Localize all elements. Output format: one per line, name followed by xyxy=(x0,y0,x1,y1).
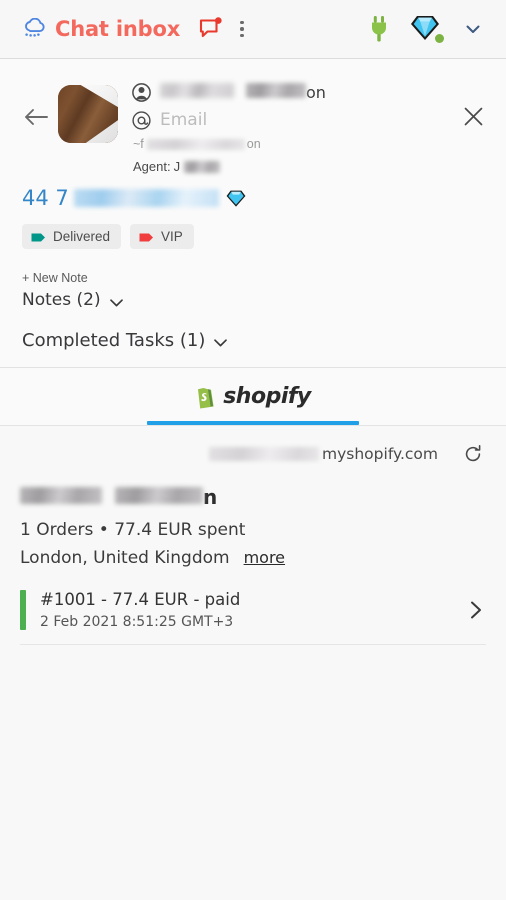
chevron-right-icon xyxy=(466,598,486,622)
diamond-icon xyxy=(226,189,246,208)
tag-icon xyxy=(31,231,46,242)
shopify-panel: myshopify.com n 1 Orders • 77.4 EUR spen… xyxy=(0,426,506,857)
contact-handle: ~f on xyxy=(133,137,456,151)
chat-inbox-app: Chat inbox on Email ~f on Agent: J 44 7 … xyxy=(0,0,506,900)
notes-toggle[interactable]: Notes (2) xyxy=(22,290,490,310)
order-date: 2 Feb 2021 8:51:25 GMT+3 xyxy=(40,614,234,630)
at-sign-icon xyxy=(132,110,151,130)
contact-tags: Delivered VIP xyxy=(22,224,490,249)
new-note-button[interactable]: + New Note xyxy=(22,271,88,285)
more-link[interactable]: more xyxy=(244,548,285,567)
redacted-customer-first-name xyxy=(20,487,102,504)
chevron-down-icon xyxy=(109,295,124,306)
agent-label: Agent: xyxy=(133,159,171,174)
order-title: #1001 - 77.4 EUR - paid xyxy=(40,590,241,609)
app-title: Chat inbox xyxy=(55,17,181,41)
close-button[interactable] xyxy=(456,99,490,133)
plug-connected-icon[interactable] xyxy=(368,15,390,43)
contact-name-row: on xyxy=(132,83,456,102)
order-texts: #1001 - 77.4 EUR - paid 2 Feb 2021 8:51:… xyxy=(40,590,466,630)
contact-phone-row[interactable]: 44 7 xyxy=(22,186,490,210)
notes-label: Notes (2) xyxy=(22,290,101,310)
redacted-store-name xyxy=(209,447,320,461)
refresh-icon xyxy=(463,444,483,464)
contact-header: on Email ~f on Agent: J xyxy=(16,77,490,174)
customer-location: London, United Kingdom xyxy=(20,548,230,568)
arrow-left-icon xyxy=(23,107,49,127)
contact-handle-suffix: on xyxy=(246,137,261,151)
back-button[interactable] xyxy=(16,97,56,137)
redacted-customer-last-name xyxy=(115,487,203,504)
diamond-status[interactable] xyxy=(410,14,444,44)
top-bar-left-actions xyxy=(198,16,252,42)
store-bar: myshopify.com xyxy=(0,426,506,479)
agent-row: Agent: J xyxy=(133,159,456,174)
close-icon xyxy=(463,106,484,127)
chat-bubble-badge-icon[interactable] xyxy=(198,16,224,42)
tag-delivered[interactable]: Delivered xyxy=(22,224,122,249)
redacted-agent-name xyxy=(184,160,221,173)
agent-value: J xyxy=(173,159,181,174)
customer-location-row: London, United Kingdom more xyxy=(20,548,486,568)
contact-email-placeholder: Email xyxy=(160,110,208,130)
redacted-phone xyxy=(73,189,219,207)
store-domain-suffix: myshopify.com xyxy=(322,445,438,463)
completed-tasks-label: Completed Tasks (1) xyxy=(22,330,206,351)
chevron-down-icon xyxy=(213,335,228,347)
contact-email-row[interactable]: Email xyxy=(132,110,456,130)
completed-tasks-toggle[interactable]: Completed Tasks (1) xyxy=(22,330,490,351)
tag-label: Delivered xyxy=(53,229,111,244)
cloud-icon xyxy=(22,17,48,40)
contact-phone-prefix: 44 7 xyxy=(22,186,69,210)
refresh-button[interactable] xyxy=(460,441,486,467)
contact-details: on Email ~f on Agent: J xyxy=(132,77,456,174)
empty-space xyxy=(0,645,506,857)
contact-avatar[interactable] xyxy=(58,85,118,143)
chevron-down-icon[interactable] xyxy=(464,22,482,36)
top-bar: Chat inbox xyxy=(0,0,506,59)
top-bar-right-actions xyxy=(368,14,490,44)
contact-handle-prefix: ~f xyxy=(133,137,144,151)
contact-name-suffix: on xyxy=(306,83,326,102)
customer-orders-summary: 1 Orders • 77.4 EUR spent xyxy=(20,520,246,540)
more-vertical-icon[interactable] xyxy=(232,16,252,42)
customer-summary: n 1 Orders • 77.4 EUR spent London, Unit… xyxy=(0,479,506,568)
tag-label: VIP xyxy=(161,229,183,244)
integration-tabs: shopify xyxy=(0,368,506,426)
contact-panel: on Email ~f on Agent: J 44 7 Delivered V… xyxy=(0,59,506,368)
tab-shopify-label: shopify xyxy=(223,384,311,409)
brand[interactable]: Chat inbox xyxy=(22,17,180,41)
notes-block: + New Note Notes (2) xyxy=(22,269,490,310)
tag-vip[interactable]: VIP xyxy=(130,224,194,249)
redacted-first-name xyxy=(160,83,234,98)
customer-name: n xyxy=(20,485,486,511)
shopify-bag-icon xyxy=(195,385,217,409)
tag-icon xyxy=(139,231,154,242)
orders-list: #1001 - 77.4 EUR - paid 2 Feb 2021 8:51:… xyxy=(0,586,506,645)
contact-phone: 44 7 xyxy=(22,186,219,210)
customer-name-suffix: n xyxy=(203,485,218,509)
order-row[interactable]: #1001 - 77.4 EUR - paid 2 Feb 2021 8:51:… xyxy=(20,586,486,645)
tab-shopify[interactable]: shopify xyxy=(147,368,359,425)
redacted-last-name xyxy=(246,83,306,98)
store-domain: myshopify.com xyxy=(209,445,438,463)
online-status-dot xyxy=(435,34,444,43)
person-icon xyxy=(132,83,151,102)
order-status-bar xyxy=(20,590,26,630)
redacted-handle xyxy=(146,138,245,150)
contact-name: on xyxy=(160,83,326,102)
